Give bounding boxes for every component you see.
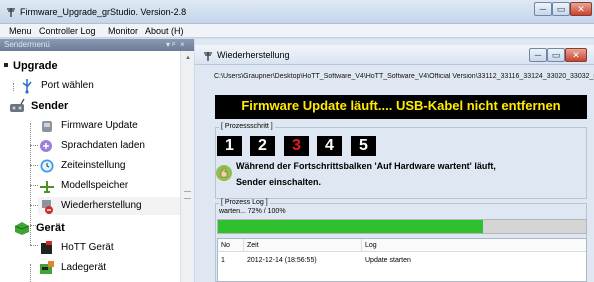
child-maximize-button[interactable]: ▭ [547, 48, 565, 62]
window-titlebar: Firmware_Upgrade_grStudio. Version-2.8 ─… [0, 0, 594, 24]
clock-icon [38, 158, 56, 174]
tree-item-zeiteinstellung[interactable]: Zeiteinstellung [38, 157, 178, 175]
app-antenna-icon [7, 8, 15, 17]
menu-item-about[interactable]: About (H) [145, 26, 184, 36]
scroll-up-icon[interactable]: ▲ [185, 55, 191, 61]
firmware-path: C:\Users\Graupner\Desktop\HoTT_Software_… [214, 73, 594, 80]
tree-item-geraet[interactable]: Gerät [13, 219, 178, 237]
log-cell-no: 1 [221, 257, 225, 264]
model-memory-icon [38, 178, 56, 194]
sidebar-scrollbar[interactable]: ▲ [180, 51, 194, 282]
child-minimize-button[interactable]: ─ [529, 48, 547, 62]
device-icon [13, 220, 31, 236]
tree-item-ladegeraet[interactable]: Ladegerät [38, 259, 178, 277]
minimize-button[interactable]: ─ [534, 2, 552, 16]
step-5: 5 [351, 136, 376, 156]
sidebar-close-icon[interactable]: × [180, 40, 185, 49]
voice-data-icon [38, 138, 56, 154]
instruction-line-1: Während der Fortschrittsbalken 'Auf Hard… [236, 161, 496, 171]
tree-item-upgrade[interactable]: Upgrade [4, 57, 174, 75]
child-close-button[interactable]: ✕ [565, 48, 587, 62]
sidebar-header-title: Sendermenü [4, 40, 50, 49]
tree-item-wiederherstellung[interactable]: Wiederherstellung [38, 197, 180, 215]
instruction-line-2: Sender einschalten. [236, 177, 322, 187]
tree-item-sprachdaten-laden[interactable]: Sprachdaten laden [38, 137, 178, 155]
progress-label: warten... 72% / 100% [219, 208, 286, 215]
log-cell-message: Update starten [365, 257, 411, 264]
maximize-button[interactable]: ▭ [552, 2, 570, 16]
menu-bar: Menu Controller Log Monitor About (H) [0, 24, 594, 38]
pin-icon[interactable]: ▾ ᵖ [166, 40, 175, 49]
sidebar: Sendermenü ▾ ᵖ × ▲ Upgrade Port wählen S… [0, 39, 194, 282]
col-header-log[interactable]: Log [362, 239, 586, 252]
sidebar-header: Sendermenü ▾ ᵖ × [0, 39, 194, 51]
tree-item-sender[interactable]: Sender [8, 97, 178, 115]
tree-item-hott-geraet[interactable]: HoTT Gerät [38, 239, 178, 257]
log-cell-time: 2012-12-14 (18:56:55) [247, 257, 317, 264]
app-antenna-icon [204, 52, 212, 61]
progress-bar [217, 219, 587, 234]
restore-icon [38, 198, 56, 214]
process-step-legend: [ Prozessschritt ] [219, 123, 275, 130]
charger-icon [38, 260, 56, 276]
col-header-no[interactable]: No [218, 239, 244, 252]
restore-child-window: Wiederherstellung ─ ▭ ✕ C:\Users\Graupne… [195, 39, 594, 282]
tree-item-firmware-update[interactable]: Firmware Update [38, 117, 178, 135]
tree-item-modellspeicher[interactable]: Modellspeicher [38, 177, 178, 195]
step-3: 3 [284, 136, 309, 156]
hand-info-icon [216, 165, 232, 181]
menu-item-menu[interactable]: Menu [9, 26, 32, 36]
col-header-zeit[interactable]: Zeit [244, 239, 362, 252]
bullet-icon [4, 58, 10, 74]
close-button[interactable]: ✕ [570, 2, 592, 16]
menu-item-controller-log[interactable]: Controller Log [39, 26, 96, 36]
usb-icon [18, 78, 36, 94]
status-banner-text: Firmware Update läuft.... USB-Kabel nich… [241, 98, 561, 113]
status-banner: Firmware Update läuft.... USB-Kabel nich… [215, 95, 587, 119]
firmware-icon [38, 118, 56, 134]
transmitter-icon [8, 98, 26, 114]
step-2: 2 [250, 136, 275, 156]
hott-device-icon [38, 240, 56, 256]
menu-item-monitor[interactable]: Monitor [108, 26, 138, 36]
child-title: Wiederherstellung [217, 50, 290, 60]
scroll-grip[interactable] [184, 191, 191, 199]
tree-item-port-waehlen[interactable]: Port wählen [18, 77, 178, 95]
child-titlebar: Wiederherstellung ─ ▭ ✕ [195, 45, 594, 65]
process-log-legend: [ Prozess Log ] [219, 199, 270, 206]
step-1: 1 [217, 136, 242, 156]
step-4: 4 [317, 136, 342, 156]
log-table: No Zeit Log 1 2012-12-14 (18:56:55) Upda… [217, 238, 587, 282]
window-title: Firmware_Upgrade_grStudio. Version-2.8 [20, 7, 187, 17]
progress-fill [218, 220, 483, 233]
